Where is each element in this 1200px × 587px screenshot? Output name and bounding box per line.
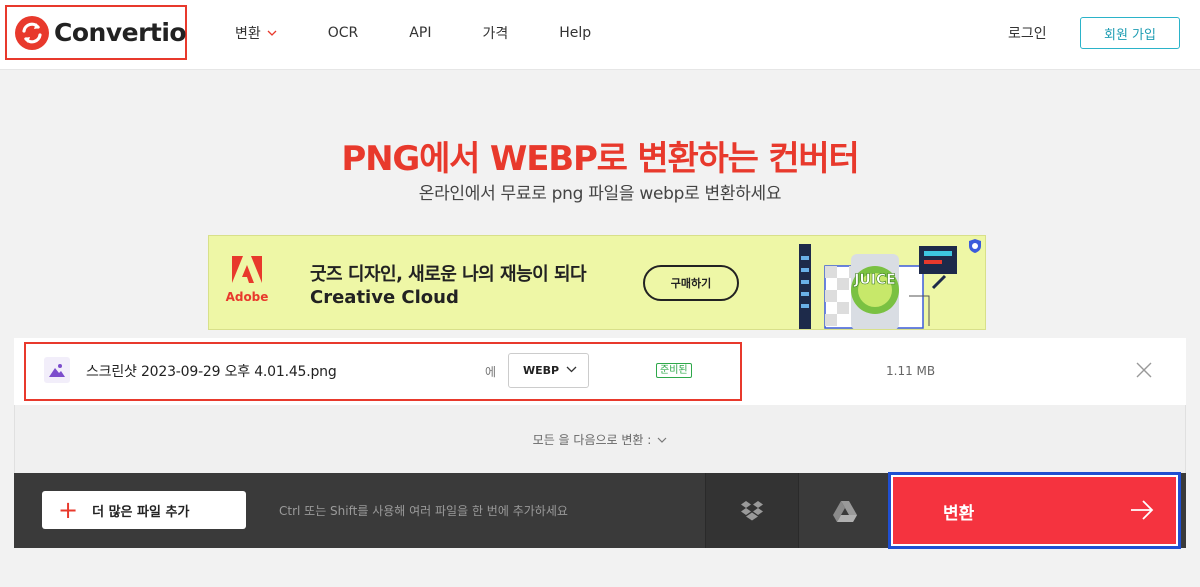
nav-item-label: Help bbox=[559, 25, 592, 41]
nav-item-label: OCR bbox=[327, 25, 359, 41]
format-select-value: WEBP bbox=[523, 364, 560, 377]
nav-item-ocr[interactable]: OCR bbox=[328, 25, 359, 41]
file-size: 1.11 MB bbox=[886, 364, 936, 378]
convert-button[interactable]: 변환 bbox=[893, 477, 1176, 544]
logo-link[interactable]: Convertio bbox=[5, 5, 187, 60]
nav-item-label: API bbox=[409, 25, 432, 41]
logo-text: Convertio bbox=[54, 18, 187, 47]
arrow-right-icon bbox=[1131, 500, 1154, 520]
chevron-down-icon bbox=[657, 437, 667, 443]
signup-button[interactable]: 회원 가입 bbox=[1080, 17, 1180, 49]
ad-product-name: Creative Cloud bbox=[310, 287, 459, 308]
image-file-icon bbox=[44, 357, 70, 383]
chevron-down-icon bbox=[267, 30, 277, 36]
add-more-files-label: 더 많은 파일 추가 bbox=[92, 504, 190, 520]
nav-item-api[interactable]: API bbox=[409, 25, 431, 41]
dropbox-icon bbox=[741, 500, 763, 520]
main-nav: 변환 OCR API 가격 Help bbox=[235, 0, 642, 66]
google-drive-button[interactable] bbox=[798, 473, 890, 548]
page-title: PNG에서 WEBP로 변환하는 컨버터 bbox=[341, 139, 859, 179]
adobe-logo: Adobe bbox=[225, 256, 269, 304]
convert-all-dropdown[interactable]: 모든 을 다음으로 변환 : bbox=[0, 431, 1200, 448]
login-link[interactable]: 로그인 bbox=[1008, 23, 1047, 43]
ad-artwork-image: JUICE bbox=[799, 244, 957, 329]
chevron-down-icon bbox=[566, 366, 577, 373]
ad-choices-icon[interactable] bbox=[967, 238, 983, 254]
nav-item-label: 가격 bbox=[482, 26, 509, 42]
page-subtitle: 온라인에서 무료로 png 파일을 webp로 변환하세요 bbox=[418, 184, 782, 204]
ad-banner[interactable]: Adobe 굿즈 디자인, 새로운 나의 재능이 되다 Creative Clo… bbox=[208, 235, 986, 330]
add-more-files-button[interactable]: + 더 많은 파일 추가 bbox=[42, 491, 246, 529]
convertio-logo-icon bbox=[15, 15, 49, 50]
google-drive-icon bbox=[832, 500, 857, 522]
convert-all-label: 모든 을 다음으로 변환 : bbox=[532, 433, 652, 447]
adobe-logo-text: Adobe bbox=[225, 290, 269, 304]
status-badge: 준비된 bbox=[656, 363, 692, 378]
plus-icon: + bbox=[58, 496, 79, 524]
ad-art-text: JUICE bbox=[853, 272, 896, 288]
ad-headline: 굿즈 디자인, 새로운 나의 재능이 되다 bbox=[310, 264, 587, 285]
top-header: Convertio 변환 OCR API 가격 Help 로그인 회원 가입 bbox=[0, 0, 1200, 70]
convert-button-label: 변환 bbox=[943, 504, 975, 524]
format-select[interactable]: WEBP bbox=[508, 353, 589, 388]
file-name: 스크린샷 2023-09-29 오후 4.01.45.png bbox=[86, 364, 337, 380]
adobe-logo-icon bbox=[232, 256, 262, 283]
ad-cta-button[interactable]: 구매하기 bbox=[643, 265, 739, 301]
close-icon[interactable] bbox=[1134, 360, 1154, 380]
multi-select-hint: Ctrl 또는 Shift를 사용해 여러 파일을 한 번에 추가하세요 bbox=[279, 504, 568, 518]
convert-to-label: 에 bbox=[485, 365, 497, 379]
nav-item-convert[interactable]: 변환 bbox=[235, 23, 277, 43]
nav-item-label: 변환 bbox=[235, 26, 261, 42]
dropbox-button[interactable] bbox=[705, 473, 798, 548]
nav-item-help[interactable]: Help bbox=[559, 25, 591, 41]
nav-item-pricing[interactable]: 가격 bbox=[482, 23, 508, 43]
